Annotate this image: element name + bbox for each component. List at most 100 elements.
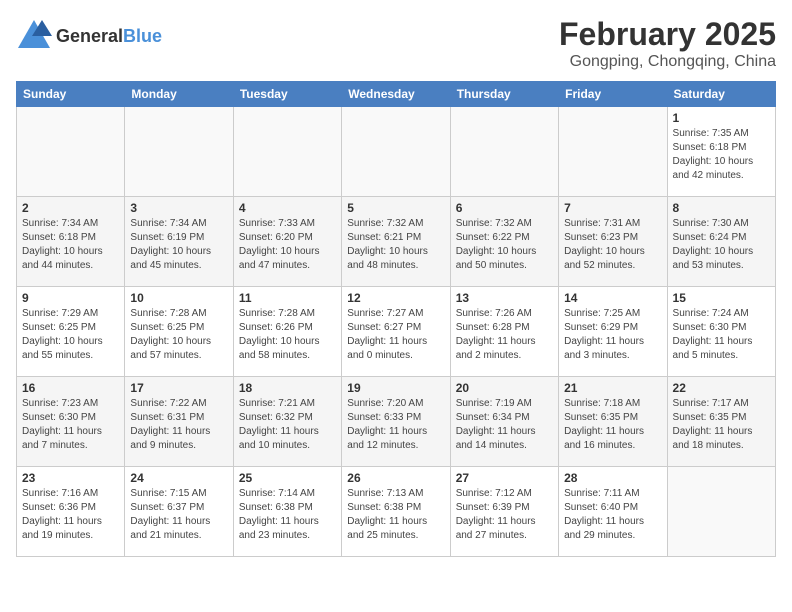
- day-info: Sunrise: 7:28 AM Sunset: 6:26 PM Dayligh…: [239, 307, 336, 363]
- day-info: Sunrise: 7:20 AM Sunset: 6:33 PM Dayligh…: [347, 397, 444, 453]
- calendar-cell: [342, 107, 450, 197]
- day-number: 26: [347, 471, 444, 485]
- calendar-header-wednesday: Wednesday: [342, 82, 450, 107]
- day-number: 24: [130, 471, 227, 485]
- calendar-cell: 20Sunrise: 7:19 AM Sunset: 6:34 PM Dayli…: [450, 377, 558, 467]
- day-info: Sunrise: 7:15 AM Sunset: 6:37 PM Dayligh…: [130, 487, 227, 543]
- calendar-header-row: SundayMondayTuesdayWednesdayThursdayFrid…: [17, 82, 776, 107]
- calendar-cell: 8 Sunrise: 7:30 AM Sunset: 6:24 PM Daylig…: [667, 197, 775, 287]
- day-info: Sunrise: 7:34 AM Sunset: 6:18 PM Dayligh…: [22, 217, 119, 273]
- calendar-cell: [667, 467, 775, 557]
- day-number: 7: [564, 201, 661, 215]
- calendar-cell: 25 Sunrise: 7:14 AM Sunset: 6:38 PM Dayli…: [233, 467, 341, 557]
- day-info: Sunrise: 7:18 AM Sunset: 6:35 PM Dayligh…: [564, 397, 661, 453]
- calendar-header-saturday: Saturday: [667, 82, 775, 107]
- day-number: 13: [456, 291, 553, 305]
- calendar-cell: 28Sunrise: 7:11 AM Sunset: 6:40 PM Dayli…: [559, 467, 667, 557]
- calendar-week-1: 1 Sunrise: 7:35 AM Sunset: 6:18 PM Daylig…: [17, 107, 776, 197]
- calendar-cell: 23 Sunrise: 7:16 AM Sunset: 6:36 PM Dayli…: [17, 467, 125, 557]
- page-header: General Blue February 2025 Gongping, Cho…: [16, 16, 776, 71]
- calendar-cell: 7 Sunrise: 7:31 AM Sunset: 6:23 PM Daylig…: [559, 197, 667, 287]
- day-info: Sunrise: 7:33 AM Sunset: 6:20 PM Dayligh…: [239, 217, 336, 273]
- calendar-cell: 6 Sunrise: 7:32 AM Sunset: 6:22 PM Daylig…: [450, 197, 558, 287]
- calendar-cell: [17, 107, 125, 197]
- calendar-week-5: 23 Sunrise: 7:16 AM Sunset: 6:36 PM Dayli…: [17, 467, 776, 557]
- calendar-cell: 9 Sunrise: 7:29 AM Sunset: 6:25 PM Daylig…: [17, 287, 125, 377]
- day-info: Sunrise: 7:31 AM Sunset: 6:23 PM Dayligh…: [564, 217, 661, 273]
- day-number: 9: [22, 291, 119, 305]
- day-info: Sunrise: 7:29 AM Sunset: 6:25 PM Dayligh…: [22, 307, 119, 363]
- day-number: 8: [673, 201, 770, 215]
- calendar-cell: 22 Sunrise: 7:17 AM Sunset: 6:35 PM Dayli…: [667, 377, 775, 467]
- day-info: Sunrise: 7:16 AM Sunset: 6:36 PM Dayligh…: [22, 487, 119, 543]
- day-number: 21: [564, 381, 661, 395]
- day-number: 16: [22, 381, 119, 395]
- day-number: 20: [456, 381, 553, 395]
- calendar-cell: 10 Sunrise: 7:28 AM Sunset: 6:25 PM Dayli…: [125, 287, 233, 377]
- day-info: Sunrise: 7:30 AM Sunset: 6:24 PM Dayligh…: [673, 217, 770, 273]
- day-info: Sunrise: 7:14 AM Sunset: 6:38 PM Dayligh…: [239, 487, 336, 543]
- day-number: 14: [564, 291, 661, 305]
- day-info: Sunrise: 7:26 AM Sunset: 6:28 PM Dayligh…: [456, 307, 553, 363]
- day-number: 17: [130, 381, 227, 395]
- day-info: Sunrise: 7:24 AM Sunset: 6:30 PM Dayligh…: [673, 307, 770, 363]
- month-title: February 2025: [559, 16, 776, 53]
- logo: General Blue: [16, 16, 162, 57]
- day-info: Sunrise: 7:22 AM Sunset: 6:31 PM Dayligh…: [130, 397, 227, 453]
- day-info: Sunrise: 7:13 AM Sunset: 6:38 PM Dayligh…: [347, 487, 444, 543]
- location-title: Gongping, Chongqing, China: [559, 53, 776, 71]
- calendar-cell: 17 Sunrise: 7:22 AM Sunset: 6:31 PM Dayli…: [125, 377, 233, 467]
- calendar-cell: 21 Sunrise: 7:18 AM Sunset: 6:35 PM Dayli…: [559, 377, 667, 467]
- calendar-week-2: 2 Sunrise: 7:34 AM Sunset: 6:18 PM Daylig…: [17, 197, 776, 287]
- day-info: Sunrise: 7:34 AM Sunset: 6:19 PM Dayligh…: [130, 217, 227, 273]
- calendar-cell: 11 Sunrise: 7:28 AM Sunset: 6:26 PM Dayli…: [233, 287, 341, 377]
- calendar-cell: [125, 107, 233, 197]
- day-number: 23: [22, 471, 119, 485]
- day-info: Sunrise: 7:12 AM Sunset: 6:39 PM Dayligh…: [456, 487, 553, 543]
- day-info: Sunrise: 7:17 AM Sunset: 6:35 PM Dayligh…: [673, 397, 770, 453]
- calendar-cell: 1 Sunrise: 7:35 AM Sunset: 6:18 PM Daylig…: [667, 107, 775, 197]
- calendar-cell: 5Sunrise: 7:32 AM Sunset: 6:21 PM Daylig…: [342, 197, 450, 287]
- day-number: 18: [239, 381, 336, 395]
- calendar-cell: 27 Sunrise: 7:12 AM Sunset: 6:39 PM Dayli…: [450, 467, 558, 557]
- day-number: 10: [130, 291, 227, 305]
- calendar-cell: 4 Sunrise: 7:33 AM Sunset: 6:20 PM Daylig…: [233, 197, 341, 287]
- calendar-header-friday: Friday: [559, 82, 667, 107]
- day-number: 25: [239, 471, 336, 485]
- calendar-header-monday: Monday: [125, 82, 233, 107]
- day-number: 1: [673, 111, 770, 125]
- day-number: 22: [673, 381, 770, 395]
- logo-blue: Blue: [123, 26, 162, 47]
- day-info: Sunrise: 7:11 AM Sunset: 6:40 PM Dayligh…: [564, 487, 661, 543]
- calendar-cell: 18 Sunrise: 7:21 AM Sunset: 6:32 PM Dayli…: [233, 377, 341, 467]
- calendar-week-3: 9 Sunrise: 7:29 AM Sunset: 6:25 PM Daylig…: [17, 287, 776, 377]
- calendar-week-4: 16 Sunrise: 7:23 AM Sunset: 6:30 PM Dayli…: [17, 377, 776, 467]
- logo-icon: [16, 16, 52, 52]
- day-info: Sunrise: 7:27 AM Sunset: 6:27 PM Dayligh…: [347, 307, 444, 363]
- day-info: Sunrise: 7:35 AM Sunset: 6:18 PM Dayligh…: [673, 127, 770, 183]
- calendar-cell: 13 Sunrise: 7:26 AM Sunset: 6:28 PM Dayli…: [450, 287, 558, 377]
- calendar-table: SundayMondayTuesdayWednesdayThursdayFrid…: [16, 81, 776, 557]
- day-number: 12: [347, 291, 444, 305]
- day-number: 6: [456, 201, 553, 215]
- day-number: 27: [456, 471, 553, 485]
- day-info: Sunrise: 7:32 AM Sunset: 6:21 PM Dayligh…: [347, 217, 444, 273]
- calendar-cell: 19 Sunrise: 7:20 AM Sunset: 6:33 PM Dayli…: [342, 377, 450, 467]
- day-info: Sunrise: 7:28 AM Sunset: 6:25 PM Dayligh…: [130, 307, 227, 363]
- calendar-header-thursday: Thursday: [450, 82, 558, 107]
- calendar-cell: 16 Sunrise: 7:23 AM Sunset: 6:30 PM Dayli…: [17, 377, 125, 467]
- day-number: 2: [22, 201, 119, 215]
- day-info: Sunrise: 7:21 AM Sunset: 6:32 PM Dayligh…: [239, 397, 336, 453]
- day-number: 11: [239, 291, 336, 305]
- logo-general: General: [56, 26, 123, 47]
- day-info: Sunrise: 7:23 AM Sunset: 6:30 PM Dayligh…: [22, 397, 119, 453]
- calendar-cell: 15Sunrise: 7:24 AM Sunset: 6:30 PM Dayli…: [667, 287, 775, 377]
- day-number: 4: [239, 201, 336, 215]
- day-number: 19: [347, 381, 444, 395]
- calendar-header-tuesday: Tuesday: [233, 82, 341, 107]
- title-block: February 2025 Gongping, Chongqing, China: [559, 16, 776, 71]
- day-number: 3: [130, 201, 227, 215]
- day-info: Sunrise: 7:32 AM Sunset: 6:22 PM Dayligh…: [456, 217, 553, 273]
- calendar-cell: 12 Sunrise: 7:27 AM Sunset: 6:27 PM Dayli…: [342, 287, 450, 377]
- calendar-cell: 2 Sunrise: 7:34 AM Sunset: 6:18 PM Daylig…: [17, 197, 125, 287]
